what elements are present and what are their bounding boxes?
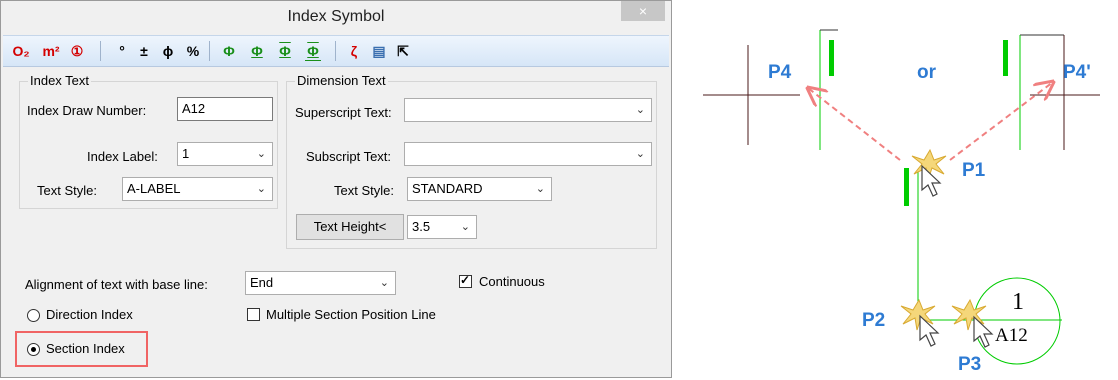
main-section-bar — [904, 168, 909, 206]
arrow-to-p4-prime — [949, 82, 1053, 161]
label-p3: P3 — [958, 354, 982, 375]
label-p4-prime: P4' — [1063, 62, 1091, 83]
label-or: or — [917, 62, 936, 83]
label-p1: P1 — [962, 160, 986, 181]
drawing-canvas: 1 A12 — [703, 29, 1100, 365]
arrow-to-p4 — [808, 88, 901, 161]
label-p2: P2 — [862, 310, 886, 331]
label-p4: P4 — [768, 62, 792, 83]
symbol-draw-number-text: A12 — [995, 325, 1028, 346]
symbol-number-text: 1 — [1012, 289, 1024, 315]
left-section-bar — [829, 40, 834, 76]
cursor-p3-icon — [973, 315, 994, 348]
right-section-bar — [1003, 40, 1008, 76]
